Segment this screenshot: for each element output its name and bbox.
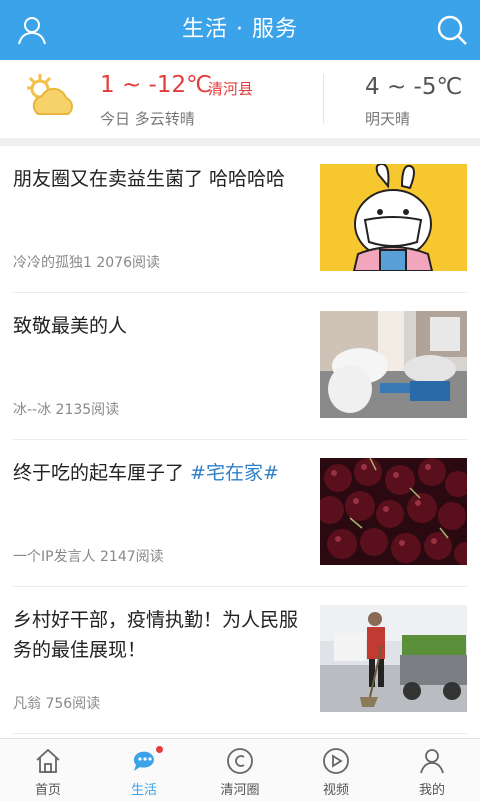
post-title-text: 致敬最美的人 [13,315,128,337]
tab-life[interactable]: 生活 [96,739,192,801]
chat-bubble-icon [130,747,158,775]
section-divider [0,138,480,146]
post-title: 终于吃的起车厘子了 #宅在家# [13,458,305,488]
tomorrow-temperature: 4 ~ -5℃ [365,74,463,100]
page-title: 生活 · 服务 [182,17,298,42]
partly-cloudy-icon [24,72,78,126]
county-name[interactable]: 清河县 [208,78,253,99]
post-meta: 凡翁 756阅读 [13,696,101,712]
feed-item[interactable]: 终于吃的起车厘子了 #宅在家# 一个IP发言人 2147阅读 [13,440,467,587]
tab-label: 清河圈 [220,783,260,798]
feed-item[interactable]: 致敬最美的人 冰--冰 2135阅读 [13,293,467,440]
post-meta: 冰--冰 2135阅读 [13,402,120,418]
tomorrow-description: 明天晴 [365,110,411,128]
tab-label: 我的 [418,783,445,798]
tab-label: 首页 [34,783,61,798]
today-temperature: 1 ~ -12℃ [100,72,212,98]
post-title: 致敬最美的人 [13,311,305,341]
tab-qinghe-circle[interactable]: 清河圈 [192,739,288,801]
post-title: 朋友圈又在卖益生菌了 哈哈哈哈 [13,164,305,194]
today-description: 今日 多云转晴 [100,110,195,128]
home-icon [34,747,62,775]
search-icon[interactable] [436,14,468,46]
post-title: 乡村好干部，疫情执勤！为人民服务的最佳展现！ [13,605,305,665]
weather-divider [323,74,324,124]
weather-panel[interactable]: 1 ~ -12℃ 清河县 今日 多云转晴 4 ~ -5℃ 明天晴 [0,60,480,138]
app-header: 生活 · 服务 [0,0,480,60]
tab-home[interactable]: 首页 [0,739,96,801]
bottom-tab-bar: 首页 生活 清河圈 视频 我的 [0,738,480,801]
play-circle-icon [322,747,350,775]
copyright-circle-icon [226,747,254,775]
post-thumbnail[interactable] [320,605,467,712]
post-hashtag[interactable]: #宅在家# [190,462,279,484]
post-title-text: 朋友圈又在卖益生菌了 哈哈哈哈 [13,168,286,190]
profile-icon [418,747,446,775]
post-thumbnail[interactable] [320,311,467,418]
post-title-text: 乡村好干部，疫情执勤！为人民服务的最佳展现！ [13,609,299,661]
tab-label: 生活 [130,783,157,798]
feed-item[interactable]: 乡村好干部，疫情执勤！为人民服务的最佳展现！ 凡翁 756阅读 [13,587,467,734]
post-thumbnail[interactable] [320,458,467,565]
post-title-text: 终于吃的起车厘子了 [13,462,191,484]
tab-label: 视频 [322,783,349,798]
post-meta: 冷冷的孤独1 2076阅读 [13,255,160,271]
post-thumbnail[interactable] [320,164,467,271]
post-meta: 一个IP发言人 2147阅读 [13,549,164,565]
tab-video[interactable]: 视频 [288,739,384,801]
post-feed: 朋友圈又在卖益生菌了 哈哈哈哈 冷冷的孤独1 2076阅读 致敬最美的人 冰--… [0,146,480,734]
notification-dot [156,746,163,753]
feed-item[interactable]: 朋友圈又在卖益生菌了 哈哈哈哈 冷冷的孤独1 2076阅读 [13,146,467,293]
tab-mine[interactable]: 我的 [384,739,480,801]
